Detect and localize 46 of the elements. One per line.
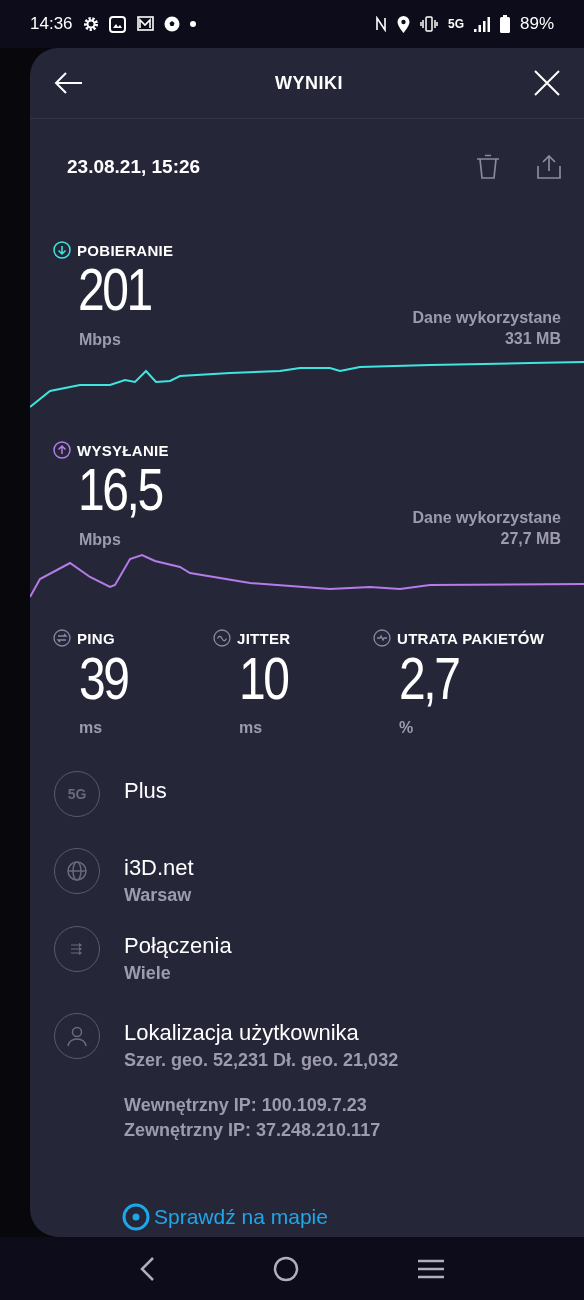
detail-title: i3D.net [124,854,194,882]
stat-value: 39 [79,647,128,711]
detail-title: Lokalizacja użytkownika [124,1019,360,1047]
ping-icon [53,629,71,647]
detail-subtitle: Szer. geo. 52,231 Dł. geo. 21,032 [124,1049,399,1072]
nfc-icon [374,16,387,32]
signal-icon [473,16,490,32]
pulse-icon [373,629,391,647]
detail-subtitle: Wiele [124,962,172,985]
target-icon [122,1203,150,1231]
speed-value: 16,5 [78,459,162,521]
detail-title: Połączenia [124,932,232,960]
vibrate-icon [419,16,438,32]
location-pin-icon [396,15,410,33]
screen-title: WYNIKI [275,72,343,94]
stat-unit: % [398,719,415,737]
data-used-value: 331 MB [504,329,561,349]
battery-icon [499,15,510,33]
stat-label: JITTER [237,629,291,647]
image-icon [108,15,126,33]
speed-unit: Mbps [79,331,121,349]
stat-unit: ms [78,719,104,737]
speed-label: WYSYŁANIE [77,441,169,459]
stat-label: PING [77,629,115,647]
ip-address: Zewnętrzny IP: 37.248.210.117 [124,1119,382,1142]
battery-level: 89% [519,14,554,34]
detail-title: Plus [124,777,167,805]
clock: 14:36 [30,14,73,34]
data-used-value: 27,7 MB [500,529,561,549]
wave-icon [213,629,231,647]
data-used-label: Dane wykorzystane [412,308,561,328]
test-date: 23.08.21, 15:26 [67,156,202,178]
network-type: 5G [447,17,464,31]
speed-unit: Mbps [79,531,121,549]
data-used-label: Dane wykorzystane [412,508,561,528]
stat-value: 10 [239,647,288,711]
speed-value: 201 [78,259,151,321]
ip-address: Wewnętrzny IP: 100.109.7.23 [124,1094,368,1117]
speed-label: POBIERANIE [77,241,174,259]
detail-subtitle: Warsaw [124,884,193,907]
dot-icon [189,21,196,27]
gear-icon [82,16,99,32]
map-link[interactable]: Sprawdź na mapie [122,1203,328,1231]
stat-label: UTRATA PAKIETÓW [397,629,545,647]
stat-value: 2,7 [399,647,459,711]
stat-unit: ms [238,719,264,737]
